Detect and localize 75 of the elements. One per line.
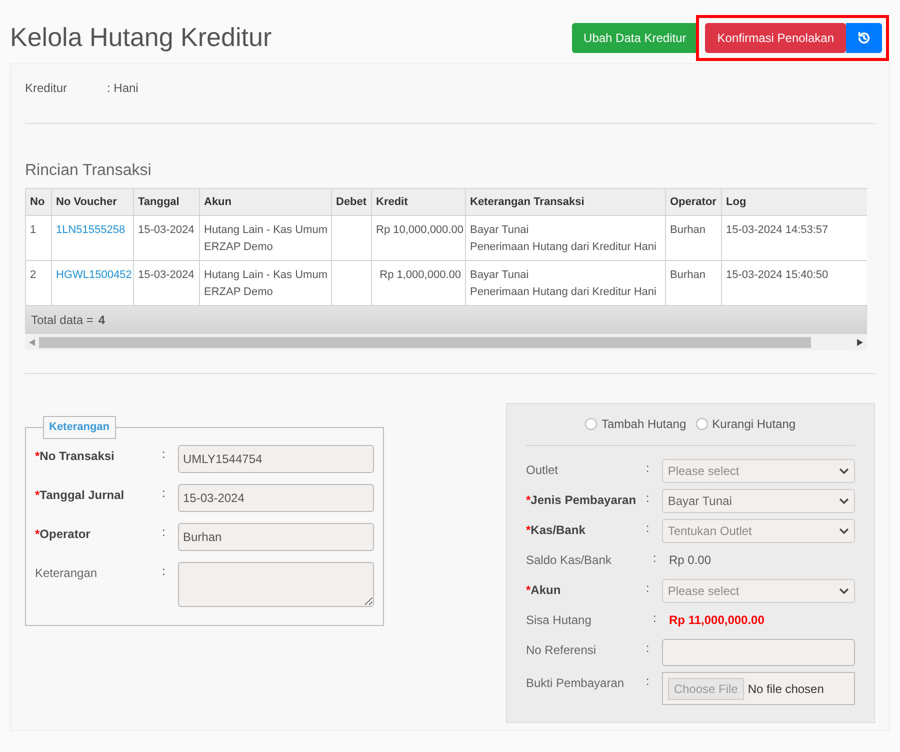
select-field[interactable]: Please select: [662, 579, 855, 603]
radio-label: Tambah Hutang: [601, 416, 686, 433]
colon: :: [162, 564, 166, 578]
colon: :: [162, 524, 166, 538]
table-cell-text: 15-03-2024: [138, 223, 194, 238]
balance-value: Rp 0.00: [669, 552, 712, 569]
input-field[interactable]: [662, 639, 855, 666]
table-cell-text: Hutang Lain - Kas Umum ERZAP Demo: [204, 268, 328, 300]
field-label: Keterangan: [35, 564, 98, 582]
input-field[interactable]: UMLY1544754: [178, 444, 374, 472]
table-cell-text: Bayar Tunai Penerimaan Hutang dari Kreditur Hani: [470, 223, 656, 255]
table-cell-text: Hutang Lain - Kas Umum ERZAP Demo: [204, 223, 328, 255]
radio-button[interactable]: [585, 418, 598, 430]
table-cell-text: 15-03-2024 14:53:57: [726, 223, 828, 238]
colon: :: [646, 521, 650, 535]
colon: :: [646, 674, 650, 688]
table-cell-text: Bayar Tunai Penerimaan Hutang dari Kreditur Hani: [470, 268, 656, 300]
chevron-down-icon: [839, 528, 849, 534]
field-label: *Jenis Pembayaran: [526, 492, 638, 509]
column-header: No: [26, 188, 52, 216]
column-header: Akun: [200, 188, 332, 216]
colon: :: [646, 461, 650, 475]
action-button[interactable]: Konfirmasi Penolakan: [705, 22, 846, 52]
radio-button[interactable]: [696, 418, 708, 430]
colon: :: [653, 551, 656, 565]
colon: :: [162, 446, 166, 460]
horizontal-scrollbar[interactable]: [25, 334, 867, 350]
colon: :: [646, 581, 650, 595]
history-icon: [857, 30, 871, 44]
creditor-value: : Hani: [107, 80, 138, 97]
history-button[interactable]: [846, 22, 882, 52]
table-cell-text: Burhan: [670, 223, 706, 238]
table-cell-text: 15-03-2024: [138, 268, 194, 283]
field-label: *Akun: [526, 582, 562, 599]
field-label: *Operator: [35, 526, 92, 542]
table-cell-text: 15-03-2024 15:40:50: [726, 268, 828, 283]
colon: :: [646, 641, 650, 655]
table-cell-text: Rp 10,000,000.00: [376, 223, 464, 238]
table-cell-text: 2: [30, 268, 36, 283]
table-cell-text: 1: [30, 223, 36, 238]
chevron-down-icon: [839, 588, 849, 594]
text-area[interactable]: [178, 562, 374, 606]
field-label: Outlet: [526, 462, 560, 479]
chevron-down-icon: [839, 468, 849, 474]
field-label: *No Transaksi: [35, 448, 116, 464]
table-cell-text: Rp 1,000,000.00: [380, 268, 461, 283]
radio-label: Kurangi Hutang: [712, 416, 796, 433]
colon: :: [162, 486, 166, 500]
field-label: Saldo Kas/Bank: [526, 552, 612, 569]
select-field[interactable]: Please select: [662, 459, 855, 483]
scroll-right-icon[interactable]: [857, 338, 863, 346]
page-title: Kelola Hutang Kreditur: [10, 21, 272, 54]
panel-legend: Keterangan: [43, 416, 116, 438]
column-header: Keterangan Transaksi: [466, 188, 666, 216]
total-label: Total data =: [31, 312, 94, 329]
file-input[interactable]: Choose File No file chosen: [662, 672, 855, 705]
creditor-label: Kreditur: [25, 80, 68, 97]
remaining-debt-value: Rp 11,000,000.00: [669, 612, 764, 629]
colon: :: [646, 491, 650, 505]
table-cell-text: Burhan: [670, 268, 706, 283]
colon: :: [653, 611, 656, 625]
select-field[interactable]: Bayar Tunai: [662, 489, 855, 513]
scroll-left-icon[interactable]: [29, 338, 35, 346]
select-field[interactable]: Tentukan Outlet: [662, 519, 855, 543]
field-label: Sisa Hutang: [526, 612, 592, 629]
input-field[interactable]: 15-03-2024: [178, 484, 374, 512]
total-count: 4: [98, 312, 106, 329]
input-field[interactable]: Burhan: [178, 522, 374, 550]
action-button[interactable]: Ubah Data Kreditur: [572, 22, 698, 52]
field-label: *Tanggal Jurnal: [35, 486, 126, 504]
chevron-down-icon: [839, 498, 849, 504]
field-label: No Referensi: [526, 642, 598, 659]
field-label: *Kas/Bank: [526, 522, 586, 539]
field-label: Bukti Pembayaran: [526, 675, 626, 692]
section-title: Rincian Transaksi: [25, 161, 152, 181]
